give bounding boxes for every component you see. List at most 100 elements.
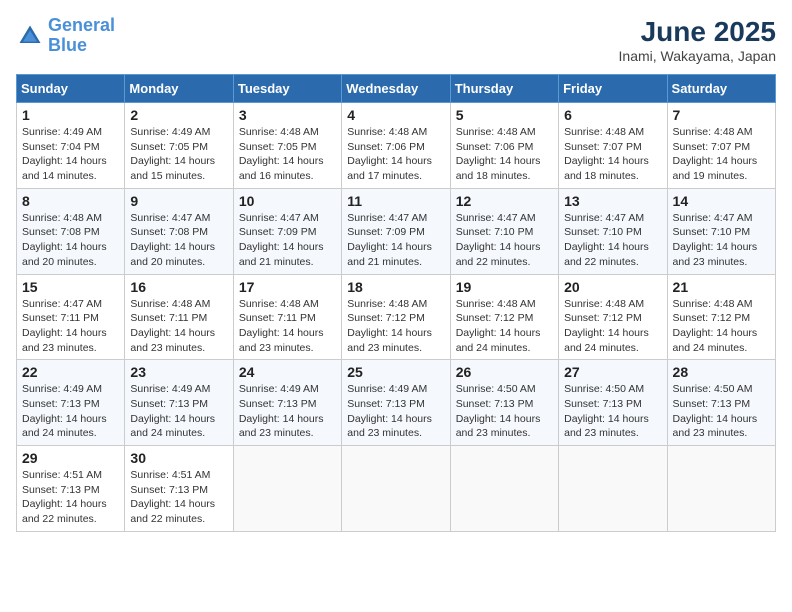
calendar-week-row: 8 Sunrise: 4:48 AMSunset: 7:08 PMDayligh… <box>17 188 776 274</box>
logo-general: General <box>48 15 115 35</box>
calendar-cell: 4 Sunrise: 4:48 AMSunset: 7:06 PMDayligh… <box>342 103 450 189</box>
calendar-cell: 28 Sunrise: 4:50 AMSunset: 7:13 PMDaylig… <box>667 360 775 446</box>
day-detail: Sunrise: 4:48 AMSunset: 7:06 PMDaylight:… <box>456 126 541 182</box>
day-detail: Sunrise: 4:47 AMSunset: 7:11 PMDaylight:… <box>22 298 107 354</box>
day-detail: Sunrise: 4:49 AMSunset: 7:13 PMDaylight:… <box>239 383 324 439</box>
calendar-cell: 14 Sunrise: 4:47 AMSunset: 7:10 PMDaylig… <box>667 188 775 274</box>
header-sunday: Sunday <box>17 75 125 103</box>
day-detail: Sunrise: 4:47 AMSunset: 7:09 PMDaylight:… <box>239 212 324 268</box>
calendar-cell: 6 Sunrise: 4:48 AMSunset: 7:07 PMDayligh… <box>559 103 667 189</box>
header-monday: Monday <box>125 75 233 103</box>
calendar-cell: 5 Sunrise: 4:48 AMSunset: 7:06 PMDayligh… <box>450 103 558 189</box>
header-thursday: Thursday <box>450 75 558 103</box>
calendar-cell: 3 Sunrise: 4:48 AMSunset: 7:05 PMDayligh… <box>233 103 341 189</box>
day-detail: Sunrise: 4:48 AMSunset: 7:05 PMDaylight:… <box>239 126 324 182</box>
day-detail: Sunrise: 4:51 AMSunset: 7:13 PMDaylight:… <box>130 469 215 525</box>
calendar-cell <box>450 446 558 532</box>
title-area: June 2025 Inami, Wakayama, Japan <box>619 16 776 64</box>
day-number: 18 <box>347 279 444 295</box>
day-number: 4 <box>347 107 444 123</box>
calendar-cell: 27 Sunrise: 4:50 AMSunset: 7:13 PMDaylig… <box>559 360 667 446</box>
day-detail: Sunrise: 4:47 AMSunset: 7:10 PMDaylight:… <box>564 212 649 268</box>
day-number: 20 <box>564 279 661 295</box>
day-detail: Sunrise: 4:48 AMSunset: 7:11 PMDaylight:… <box>239 298 324 354</box>
day-detail: Sunrise: 4:47 AMSunset: 7:08 PMDaylight:… <box>130 212 215 268</box>
calendar-cell: 10 Sunrise: 4:47 AMSunset: 7:09 PMDaylig… <box>233 188 341 274</box>
header-wednesday: Wednesday <box>342 75 450 103</box>
day-detail: Sunrise: 4:49 AMSunset: 7:04 PMDaylight:… <box>22 126 107 182</box>
day-number: 26 <box>456 364 553 380</box>
calendar-header-row: SundayMondayTuesdayWednesdayThursdayFrid… <box>17 75 776 103</box>
day-number: 28 <box>673 364 770 380</box>
day-number: 13 <box>564 193 661 209</box>
day-number: 6 <box>564 107 661 123</box>
calendar-cell: 30 Sunrise: 4:51 AMSunset: 7:13 PMDaylig… <box>125 446 233 532</box>
day-detail: Sunrise: 4:47 AMSunset: 7:10 PMDaylight:… <box>673 212 758 268</box>
day-number: 19 <box>456 279 553 295</box>
day-number: 3 <box>239 107 336 123</box>
calendar-cell: 24 Sunrise: 4:49 AMSunset: 7:13 PMDaylig… <box>233 360 341 446</box>
day-detail: Sunrise: 4:51 AMSunset: 7:13 PMDaylight:… <box>22 469 107 525</box>
day-detail: Sunrise: 4:49 AMSunset: 7:05 PMDaylight:… <box>130 126 215 182</box>
day-detail: Sunrise: 4:48 AMSunset: 7:06 PMDaylight:… <box>347 126 432 182</box>
calendar-week-row: 22 Sunrise: 4:49 AMSunset: 7:13 PMDaylig… <box>17 360 776 446</box>
day-number: 27 <box>564 364 661 380</box>
main-title: June 2025 <box>619 16 776 48</box>
day-detail: Sunrise: 4:50 AMSunset: 7:13 PMDaylight:… <box>456 383 541 439</box>
day-number: 10 <box>239 193 336 209</box>
logo-text: General Blue <box>48 16 115 56</box>
day-detail: Sunrise: 4:47 AMSunset: 7:10 PMDaylight:… <box>456 212 541 268</box>
calendar-cell <box>667 446 775 532</box>
calendar-cell: 1 Sunrise: 4:49 AMSunset: 7:04 PMDayligh… <box>17 103 125 189</box>
day-detail: Sunrise: 4:47 AMSunset: 7:09 PMDaylight:… <box>347 212 432 268</box>
day-detail: Sunrise: 4:50 AMSunset: 7:13 PMDaylight:… <box>673 383 758 439</box>
day-number: 12 <box>456 193 553 209</box>
day-detail: Sunrise: 4:49 AMSunset: 7:13 PMDaylight:… <box>22 383 107 439</box>
calendar-cell <box>559 446 667 532</box>
calendar-cell: 22 Sunrise: 4:49 AMSunset: 7:13 PMDaylig… <box>17 360 125 446</box>
header-saturday: Saturday <box>667 75 775 103</box>
calendar-table: SundayMondayTuesdayWednesdayThursdayFrid… <box>16 74 776 532</box>
calendar-week-row: 1 Sunrise: 4:49 AMSunset: 7:04 PMDayligh… <box>17 103 776 189</box>
calendar-week-row: 15 Sunrise: 4:47 AMSunset: 7:11 PMDaylig… <box>17 274 776 360</box>
day-number: 7 <box>673 107 770 123</box>
day-number: 1 <box>22 107 119 123</box>
logo-icon <box>16 22 44 50</box>
header-tuesday: Tuesday <box>233 75 341 103</box>
calendar-cell: 16 Sunrise: 4:48 AMSunset: 7:11 PMDaylig… <box>125 274 233 360</box>
day-number: 25 <box>347 364 444 380</box>
day-number: 22 <box>22 364 119 380</box>
calendar-cell <box>342 446 450 532</box>
calendar-cell: 18 Sunrise: 4:48 AMSunset: 7:12 PMDaylig… <box>342 274 450 360</box>
calendar-week-row: 29 Sunrise: 4:51 AMSunset: 7:13 PMDaylig… <box>17 446 776 532</box>
day-detail: Sunrise: 4:48 AMSunset: 7:12 PMDaylight:… <box>673 298 758 354</box>
calendar-cell: 13 Sunrise: 4:47 AMSunset: 7:10 PMDaylig… <box>559 188 667 274</box>
day-detail: Sunrise: 4:48 AMSunset: 7:12 PMDaylight:… <box>456 298 541 354</box>
calendar-cell: 19 Sunrise: 4:48 AMSunset: 7:12 PMDaylig… <box>450 274 558 360</box>
calendar-cell: 12 Sunrise: 4:47 AMSunset: 7:10 PMDaylig… <box>450 188 558 274</box>
day-number: 16 <box>130 279 227 295</box>
calendar-cell: 2 Sunrise: 4:49 AMSunset: 7:05 PMDayligh… <box>125 103 233 189</box>
day-number: 21 <box>673 279 770 295</box>
day-number: 24 <box>239 364 336 380</box>
day-detail: Sunrise: 4:48 AMSunset: 7:12 PMDaylight:… <box>347 298 432 354</box>
day-number: 17 <box>239 279 336 295</box>
day-detail: Sunrise: 4:48 AMSunset: 7:07 PMDaylight:… <box>673 126 758 182</box>
calendar-cell: 20 Sunrise: 4:48 AMSunset: 7:12 PMDaylig… <box>559 274 667 360</box>
calendar-cell: 9 Sunrise: 4:47 AMSunset: 7:08 PMDayligh… <box>125 188 233 274</box>
day-detail: Sunrise: 4:48 AMSunset: 7:12 PMDaylight:… <box>564 298 649 354</box>
calendar-cell: 7 Sunrise: 4:48 AMSunset: 7:07 PMDayligh… <box>667 103 775 189</box>
calendar-cell: 11 Sunrise: 4:47 AMSunset: 7:09 PMDaylig… <box>342 188 450 274</box>
calendar-cell: 21 Sunrise: 4:48 AMSunset: 7:12 PMDaylig… <box>667 274 775 360</box>
calendar-cell: 25 Sunrise: 4:49 AMSunset: 7:13 PMDaylig… <box>342 360 450 446</box>
day-number: 29 <box>22 450 119 466</box>
day-number: 9 <box>130 193 227 209</box>
subtitle: Inami, Wakayama, Japan <box>619 48 776 64</box>
day-detail: Sunrise: 4:48 AMSunset: 7:11 PMDaylight:… <box>130 298 215 354</box>
header-friday: Friday <box>559 75 667 103</box>
calendar-cell: 23 Sunrise: 4:49 AMSunset: 7:13 PMDaylig… <box>125 360 233 446</box>
calendar-cell <box>233 446 341 532</box>
day-number: 2 <box>130 107 227 123</box>
calendar-cell: 26 Sunrise: 4:50 AMSunset: 7:13 PMDaylig… <box>450 360 558 446</box>
logo: General Blue <box>16 16 115 56</box>
